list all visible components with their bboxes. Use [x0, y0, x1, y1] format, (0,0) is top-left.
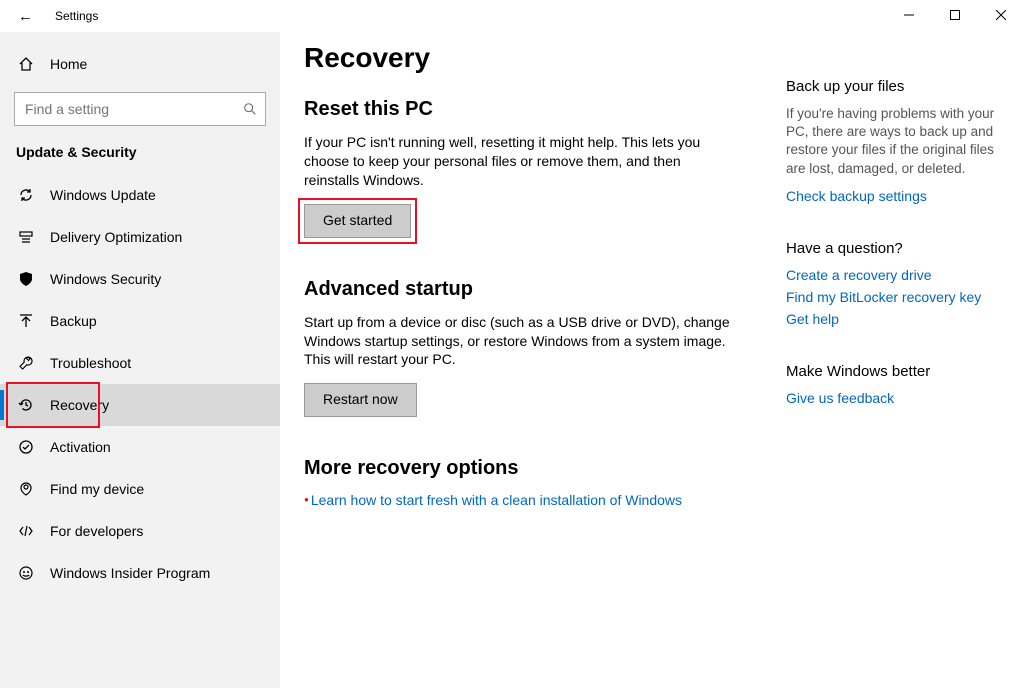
sidebar-item-label: Troubleshoot — [50, 355, 131, 371]
give-feedback-link[interactable]: Give us feedback — [786, 390, 1000, 406]
question-heading: Have a question? — [786, 240, 1000, 257]
find-bitlocker-key-link[interactable]: Find my BitLocker recovery key — [786, 289, 1000, 305]
sync-icon — [16, 187, 36, 203]
window-title: Settings — [55, 9, 98, 23]
sidebar-item-windows-security[interactable]: Windows Security — [0, 258, 280, 300]
sidebar: Home Update & Security Windows Update — [0, 32, 280, 688]
sidebar-section-title: Update & Security — [0, 144, 280, 174]
page-title: Recovery — [304, 42, 734, 74]
back-arrow-icon[interactable]: ← — [18, 8, 33, 25]
get-started-button[interactable]: Get started — [304, 204, 411, 238]
sidebar-item-for-developers[interactable]: For developers — [0, 510, 280, 552]
sidebar-item-label: Windows Insider Program — [50, 565, 210, 581]
sidebar-item-label: Windows Update — [50, 187, 156, 203]
sidebar-item-label: For developers — [50, 523, 143, 539]
sidebar-home-label: Home — [50, 56, 87, 72]
sidebar-item-label: Recovery — [50, 397, 109, 413]
sidebar-item-windows-update[interactable]: Windows Update — [0, 174, 280, 216]
insider-icon — [16, 565, 36, 581]
sidebar-item-label: Find my device — [50, 481, 144, 497]
sidebar-item-activation[interactable]: Activation — [0, 426, 280, 468]
sidebar-item-troubleshoot[interactable]: Troubleshoot — [0, 342, 280, 384]
advanced-description: Start up from a device or disc (such as … — [304, 313, 734, 370]
maximize-button[interactable] — [932, 0, 978, 30]
sidebar-item-label: Delivery Optimization — [50, 229, 182, 245]
check-backup-link[interactable]: Check backup settings — [786, 188, 1000, 204]
annotation-dot: ● — [304, 495, 309, 504]
search-input[interactable] — [23, 100, 243, 118]
advanced-heading: Advanced startup — [304, 278, 734, 301]
history-icon — [16, 397, 36, 413]
sidebar-item-label: Backup — [50, 313, 97, 329]
create-recovery-drive-link[interactable]: Create a recovery drive — [786, 267, 1000, 283]
backup-icon — [16, 313, 36, 329]
more-options-heading: More recovery options — [304, 457, 734, 480]
code-icon — [16, 523, 36, 539]
restart-now-button[interactable]: Restart now — [304, 383, 417, 417]
sidebar-item-backup[interactable]: Backup — [0, 300, 280, 342]
sidebar-item-recovery[interactable]: Recovery — [0, 384, 280, 426]
shield-icon — [16, 271, 36, 287]
backup-heading: Back up your files — [786, 78, 1000, 95]
search-box[interactable] — [14, 92, 266, 126]
reset-description: If your PC isn't running well, resetting… — [304, 133, 734, 190]
title-bar: ← Settings — [0, 0, 1024, 32]
home-icon — [16, 56, 36, 72]
sidebar-item-windows-insider[interactable]: Windows Insider Program — [0, 552, 280, 594]
sidebar-item-find-my-device[interactable]: Find my device — [0, 468, 280, 510]
reset-heading: Reset this PC — [304, 98, 734, 121]
get-help-link[interactable]: Get help — [786, 311, 1000, 327]
sidebar-item-delivery-optimization[interactable]: Delivery Optimization — [0, 216, 280, 258]
wrench-icon — [16, 355, 36, 371]
backup-description: If you're having problems with your PC, … — [786, 105, 1000, 178]
sidebar-home[interactable]: Home — [0, 44, 280, 84]
delivery-icon — [16, 229, 36, 245]
start-fresh-link[interactable]: Learn how to start fresh with a clean in… — [311, 492, 682, 508]
location-icon — [16, 481, 36, 497]
sidebar-item-label: Activation — [50, 439, 111, 455]
check-circle-icon — [16, 439, 36, 455]
sidebar-item-label: Windows Security — [50, 271, 161, 287]
feedback-heading: Make Windows better — [786, 363, 1000, 380]
minimize-button[interactable] — [886, 0, 932, 30]
close-button[interactable] — [978, 0, 1024, 30]
search-icon — [243, 102, 257, 116]
